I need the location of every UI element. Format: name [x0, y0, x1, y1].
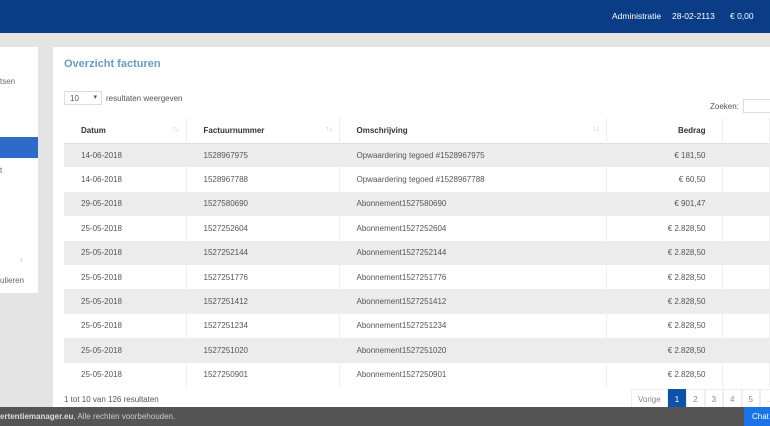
page-4[interactable]: 4 [723, 389, 742, 409]
page-title: Overzicht facturen [64, 58, 161, 70]
prev-button[interactable]: Vorige [631, 389, 668, 409]
cell-datum: 25-05-2018 [64, 289, 187, 314]
cell-actions [722, 362, 770, 387]
table-row: 25-05-2018 1527251234 Abonnement1527251234… [64, 313, 770, 339]
table-row: 25-05-2018 1527251020 Abonnement1527251020… [64, 338, 770, 363]
footer: ertentiemanager.eu, Alle rechten voorbeh… [0, 407, 770, 426]
cell-factuurnummer: 1527580690 [186, 191, 340, 217]
table-row: 25-05-2018 1527250901 Abonnement1527250901… [64, 362, 770, 387]
cell-factuurnummer: 1528967975 [186, 143, 340, 168]
page-3[interactable]: 3 [704, 389, 724, 409]
cell-omschrijving: Abonnement1527251234 [339, 313, 607, 339]
page-5[interactable]: 5 [741, 389, 760, 409]
col-omschrijving[interactable]: Omschrijving ↑↓ [339, 118, 607, 143]
cell-actions [722, 264, 770, 290]
sidebar-item-active[interactable] [0, 137, 38, 158]
cell-factuurnummer: 1527251412 [186, 289, 340, 314]
cell-omschrijving: Abonnement1527251412 [339, 289, 607, 314]
col-actions [722, 118, 770, 143]
cell-bedrag: € 60,50 [606, 167, 723, 192]
cell-bedrag: € 2.828,50 [606, 338, 723, 363]
cell-datum: 25-05-2018 [64, 264, 187, 290]
page-1[interactable]: 1 [667, 389, 687, 409]
cell-factuurnummer: 1527251020 [186, 338, 340, 363]
sort-icon: ↑↓ [325, 126, 333, 133]
chevron-right-icon[interactable]: › [20, 255, 23, 264]
table-info: 1 tot 10 van 126 resultaten [64, 395, 159, 404]
page-ellipsis[interactable]: ... [759, 389, 770, 409]
sidebar-item[interactable]: t [0, 166, 2, 175]
cell-bedrag: € 2.828,50 [606, 240, 723, 265]
cell-actions [722, 240, 770, 265]
table-row: 25-05-2018 1527252604 Abonnement1527252604… [64, 216, 770, 241]
table-row: 29-05-2018 1527580690 Abonnement1527580690… [64, 191, 770, 217]
cell-bedrag: € 2.828,50 [606, 313, 723, 339]
cell-omschrijving: Abonnement1527252604 [339, 216, 607, 241]
sidebar-item[interactable]: ulieren [0, 276, 24, 285]
cell-omschrijving: Abonnement1527251020 [339, 338, 607, 363]
cell-factuurnummer: 1527252604 [186, 216, 340, 241]
cell-factuurnummer: 1527252144 [186, 240, 340, 265]
table-row: 25-05-2018 1527251776 Abonnement1527251776… [64, 264, 770, 290]
date: 28-02-2113 [672, 11, 715, 21]
cell-actions [722, 143, 770, 168]
cell-datum: 14-06-2018 [64, 143, 187, 168]
col-factuurnummer[interactable]: Factuurnummer ↑↓ [186, 118, 340, 143]
cell-omschrijving: Abonnement1527580690 [339, 191, 607, 217]
table-row: 14-06-2018 1528967975 Opwaardering tegoed … [64, 143, 770, 168]
col-datum[interactable]: Datum ↑↓ [64, 118, 187, 143]
sidebar-item[interactable]: tsen [0, 77, 15, 86]
admin-link[interactable]: Administratie [612, 11, 661, 21]
cell-bedrag: € 901,47 [606, 191, 723, 217]
cell-omschrijving: Opwaardering tegoed #1528967975 [339, 143, 607, 168]
footer-text: , Alle rechten voorbehouden. [73, 412, 176, 421]
cell-factuurnummer: 1527251234 [186, 313, 340, 339]
cell-omschrijving: Abonnement1527251776 [339, 264, 607, 290]
sort-icon: ↑↓ [172, 126, 180, 133]
sort-icon: ↑↓ [592, 126, 600, 133]
cell-bedrag: € 181,50 [606, 143, 723, 168]
cell-datum: 14-06-2018 [64, 167, 187, 192]
search-input[interactable] [742, 99, 770, 113]
cell-factuurnummer: 1527250901 [186, 362, 340, 387]
cell-bedrag: € 2.828,50 [606, 216, 723, 241]
sidebar: tsen t › ulieren [0, 47, 38, 293]
page-2[interactable]: 2 [686, 389, 705, 409]
cell-datum: 25-05-2018 [64, 216, 187, 241]
balance[interactable]: € 0,00 [730, 11, 754, 21]
cell-datum: 25-05-2018 [64, 362, 187, 387]
cell-omschrijving: Abonnement1527252144 [339, 240, 607, 265]
cell-actions [722, 167, 770, 192]
cell-datum: 25-05-2018 [64, 338, 187, 363]
cell-datum: 25-05-2018 [64, 313, 187, 339]
cell-bedrag: € 2.828,50 [606, 289, 723, 314]
table-row: 14-06-2018 1528967788 Opwaardering tegoed … [64, 167, 770, 192]
cell-datum: 29-05-2018 [64, 191, 187, 217]
pagination: Vorige 1 2 3 4 5 ... [631, 389, 770, 409]
search-label: Zoeken: [710, 101, 739, 111]
cell-factuurnummer: 1528967788 [186, 167, 340, 192]
footer-site[interactable]: ertentiemanager.eu [0, 412, 73, 421]
cell-datum: 25-05-2018 [64, 240, 187, 265]
cell-factuurnummer: 1527251776 [186, 264, 340, 290]
invoices-panel: Overzicht facturen 10 resultaten weergev… [53, 47, 770, 409]
cell-actions [722, 216, 770, 241]
cell-bedrag: € 2.828,50 [606, 362, 723, 387]
chat-button[interactable]: Chat [744, 407, 770, 426]
cell-omschrijving: Abonnement1527250901 [339, 362, 607, 387]
cell-actions [722, 313, 770, 339]
cell-bedrag: € 2.828,50 [606, 264, 723, 290]
cell-omschrijving: Opwaardering tegoed #1528967788 [339, 167, 607, 192]
table-row: 25-05-2018 1527251412 Abonnement1527251412… [64, 289, 770, 314]
cell-actions [722, 289, 770, 314]
page-length-select[interactable]: 10 [64, 91, 102, 105]
cell-actions [722, 191, 770, 217]
table-row: 25-05-2018 1527252144 Abonnement1527252144… [64, 240, 770, 265]
page-length-label: resultaten weergeven [106, 93, 183, 103]
cell-actions [722, 338, 770, 363]
invoices-table: Datum ↑↓ Factuurnummer ↑↓ Omschrijving ↑↓ B… [64, 118, 770, 387]
top-bar: Administratie 28-02-2113 € 0,00 [0, 0, 770, 33]
col-bedrag[interactable]: Bedrag [606, 118, 723, 143]
